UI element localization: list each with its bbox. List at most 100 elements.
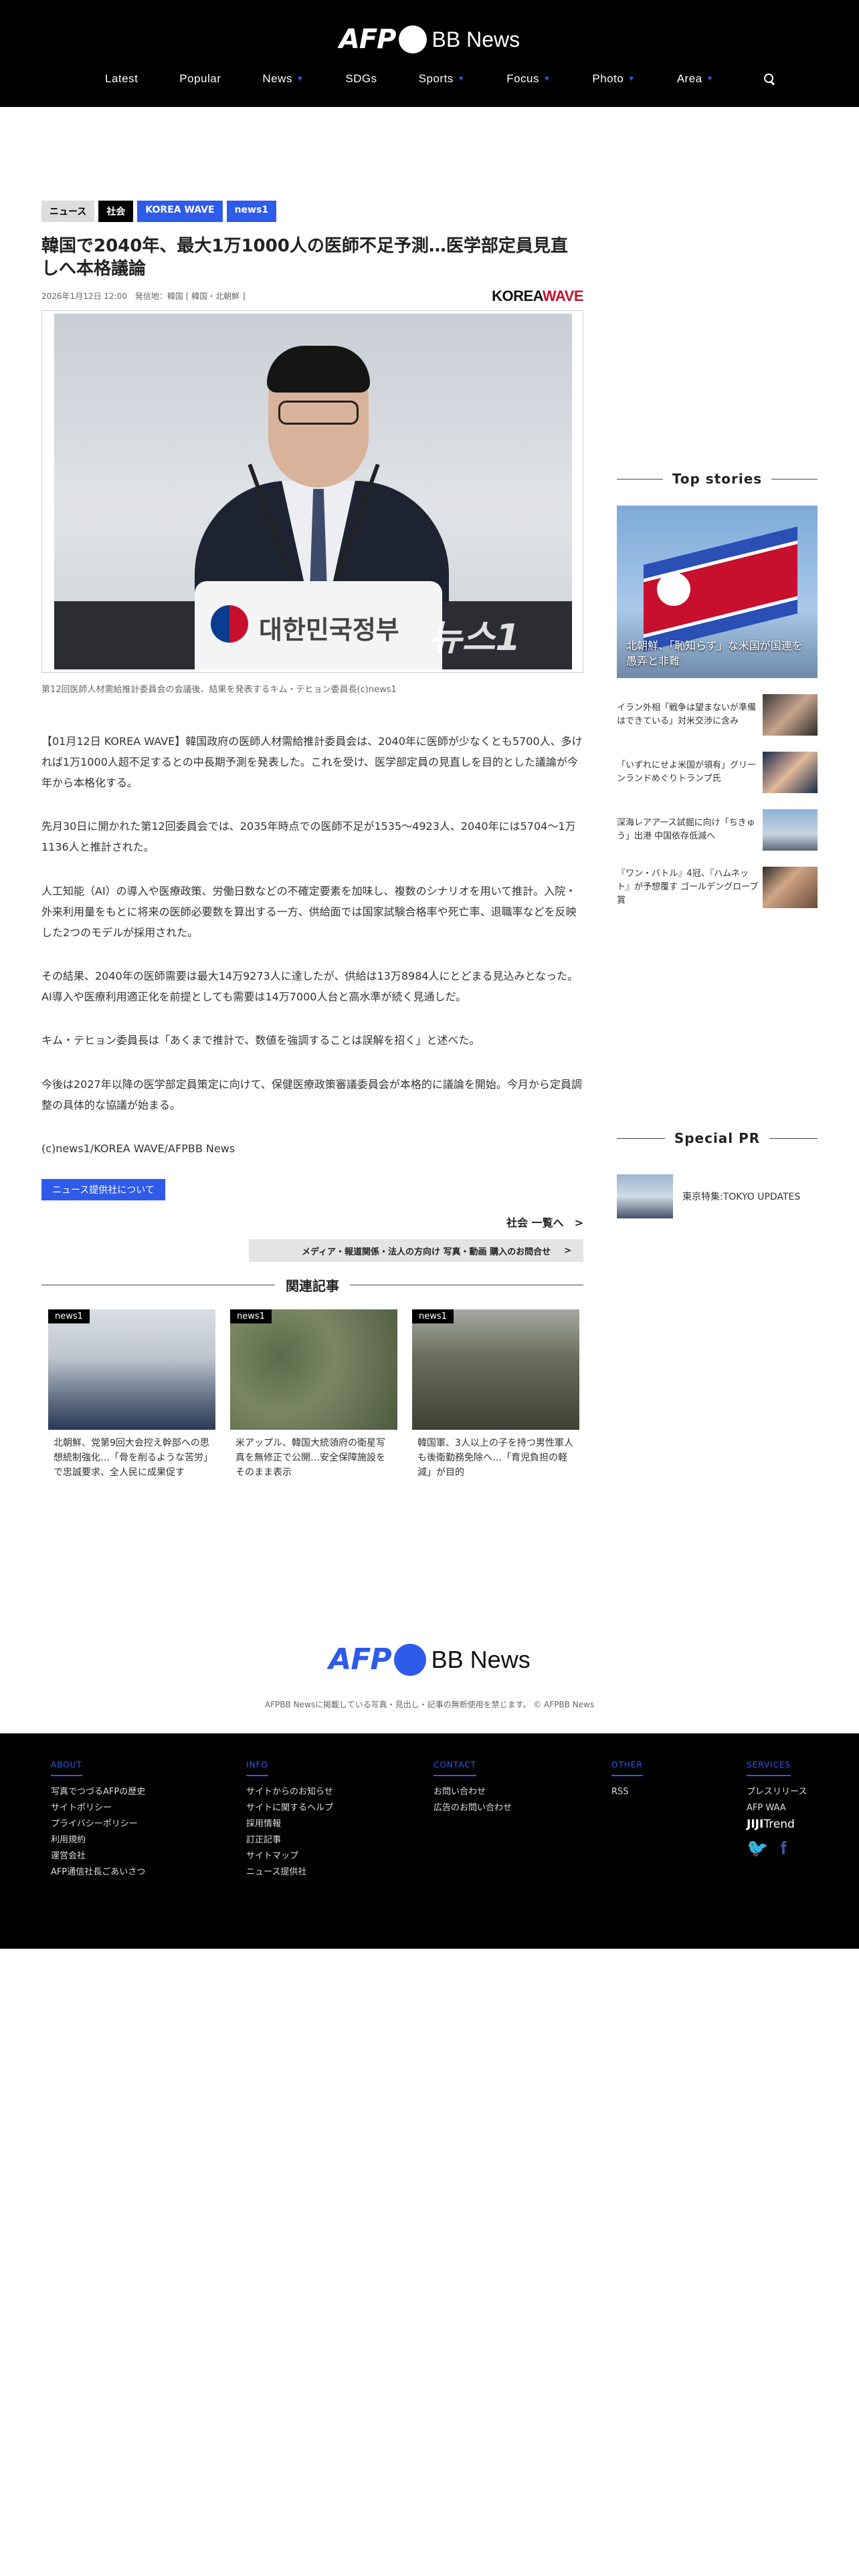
footer-col-contact: CONTACT お問い合わせ 広告のお問い合わせ (434, 1757, 512, 1816)
top-story-item[interactable]: 「いずれにせよ米国が領有」グリーンランドめぐりトランプ氏 (617, 752, 818, 793)
footer-link[interactable]: 採用情報 (246, 1816, 333, 1832)
nav-item-sports[interactable]: Sports ▼ (419, 72, 466, 86)
article-body: 【01月12日 KOREA WAVE】韓国政府の医師人材需給推計委員会は、204… (41, 731, 583, 1160)
related-card-image: news1 (412, 1309, 579, 1430)
top-story-title: 『ワン・バトル』4冠、『ハムネット』が予想覆す ゴールデングローブ賞 (617, 868, 759, 906)
top-story-thumb (763, 752, 818, 793)
top-stories: Top stories 北朝鮮、「恥知らず」な米国が国連を愚弄と非難 イラン外相… (617, 471, 818, 908)
tag-society[interactable]: 社会 (98, 201, 134, 222)
social-links: 🐦 f (747, 1838, 807, 1859)
top-story-caption: 北朝鮮、「恥知らず」な米国が国連を愚弄と非難 (626, 639, 803, 667)
article-meta-row: 2026年1月12日 12:00 発信地：韓国 [ 韓国・北朝鮮 ] KOREA… (41, 288, 584, 305)
top-story-title: 「いずれにせよ米国が領有」グリーンランドめぐりトランプ氏 (617, 760, 757, 784)
media-inquiry-bar[interactable]: メディア・報道関係・法人の方向け 写真・動画 購入のお問合せ > (249, 1239, 583, 1263)
footer-col-info: INFO サイトからのお知らせ サイトに関するヘルプ 採用情報 訂正記事 サイト… (246, 1757, 333, 1881)
top-story-feature[interactable]: 北朝鮮、「恥知らず」な米国が国連を愚弄と非難 (617, 506, 818, 678)
top-story-item[interactable]: 深海レアアース試掘に向け「ちきゅう」出港 中国依存低減へ (617, 809, 818, 851)
article-tags: ニュース 社会 KOREA WAVE news1 (41, 201, 583, 222)
article-paragraph: キム・テヒョン委員長は「あくまで推計で、数値を強調することは誤解を招く」と述べた… (41, 1034, 480, 1047)
jiji-trend-logo[interactable]: JIJITrend (747, 1818, 807, 1831)
related-card-badge: news1 (48, 1309, 90, 1324)
related-card[interactable]: news1 韓国軍、3人以上の子を持つ男性軍人も後衛勤務免除へ…「育児負担の軽減… (412, 1309, 579, 1480)
article-paragraph: 人工知能（AI）の導入や医療政策、労働日数などの不確定要素を加味し、複数のシナリ… (41, 884, 577, 939)
chevron-down-icon: ▼ (296, 75, 304, 83)
twitter-icon[interactable]: 🐦 (747, 1838, 768, 1858)
top-story-title: 深海レアアース試掘に向け「ちきゅう」出港 中国依存低減へ (617, 817, 755, 841)
related-card-title: 米アップル、韓国大統領府の衛星写真を無修正で公開…安全保障施設をそのまま表示 (235, 1438, 385, 1478)
chevron-down-icon: ▼ (457, 75, 466, 83)
divider (617, 1138, 665, 1139)
tag-news[interactable]: ニュース (41, 201, 95, 222)
chevron-right-icon: > (564, 1245, 571, 1256)
footer-link[interactable]: サイトに関するヘルプ (246, 1800, 333, 1816)
footer-link[interactable]: プライバシーポリシー (51, 1816, 145, 1832)
nav-item-photo[interactable]: Photo ▼ (592, 72, 635, 86)
top-story-item[interactable]: 『ワン・バトル』4冠、『ハムネット』が予想覆す ゴールデングローブ賞 (617, 867, 818, 908)
footer-link[interactable]: 広告のお問い合わせ (434, 1800, 512, 1816)
nav-item-popular[interactable]: Popular (179, 72, 221, 86)
nav-label: Sports (418, 72, 454, 85)
footer-col-heading: OTHER (611, 1760, 643, 1776)
top-story-thumb (763, 867, 818, 908)
footer-link[interactable]: AFP通信社長ごあいさつ (51, 1864, 145, 1881)
footer-link[interactable]: 訂正記事 (246, 1832, 333, 1848)
footer-link-rss[interactable]: RSS (611, 1784, 643, 1800)
footer-link[interactable]: 運営会社 (51, 1848, 145, 1864)
article-paragraph: 【01月12日 KOREA WAVE】韓国政府の医師人材需給推計委員会は、204… (41, 734, 583, 789)
jiji-logo-b: Trend (763, 1818, 795, 1832)
top-story-thumb (763, 694, 818, 736)
nav-item-focus[interactable]: Focus ▼ (506, 72, 551, 86)
chevron-down-icon: ▼ (543, 75, 551, 83)
nav-label: Popular (179, 72, 221, 85)
photo-watermark: 뉴스1 (429, 616, 520, 659)
nav-item-news[interactable]: News ▼ (262, 72, 304, 86)
copyright: AFPBB Newsに掲載している写真・見出し・記事の無断使用を禁じます。 © … (264, 1700, 595, 1709)
article-credit: (c)news1/KOREA WAVE/AFPBB News (41, 1142, 235, 1156)
top-story-item[interactable]: イラン外相「戦争は望まないが準備はできている」対米交渉に含み (617, 694, 818, 736)
nav-item-sdgs[interactable]: SDGs (345, 72, 377, 86)
nav-item-area[interactable]: Area ▼ (677, 72, 714, 86)
related-card[interactable]: news1 米アップル、韓国大統領府の衛星写真を無修正で公開…安全保障施設をその… (230, 1309, 397, 1480)
chevron-down-icon: ▼ (628, 75, 636, 83)
article-paragraph: 今後は2027年以降の医学部定員策定に向けて、保健医療政策審議委員会が本格的に議… (41, 1077, 582, 1111)
society-list-link[interactable]: 社会 一覧へ > (41, 1214, 583, 1230)
photo-glasses (278, 400, 359, 425)
related-heading: 関連記事 (41, 1275, 583, 1295)
tag-korea-wave[interactable]: KOREA WAVE (137, 201, 223, 222)
related-card[interactable]: news1 北朝鮮、党第9回大会控え幹部への思想統制強化…「骨を削るような苦労」… (48, 1309, 215, 1480)
nav-label: Latest (104, 72, 138, 85)
special-pr: Special PR 東京特集:TOKYO UPDATES (617, 1130, 818, 1218)
footer-logo-dot-icon (393, 1643, 426, 1676)
footer-link[interactable]: サイトからのお知らせ (246, 1784, 333, 1800)
jiji-logo-a: JIJI (747, 1818, 764, 1832)
photo-podium: 대한민국정부 (195, 580, 442, 669)
footer-logo[interactable]: AFP BB News (0, 1642, 859, 1677)
special-pr-title: 東京特集:TOKYO UPDATES (682, 1192, 801, 1202)
footer-link[interactable]: ニュース提供社 (246, 1864, 333, 1881)
provider-info-button[interactable]: ニュース提供社について (41, 1179, 165, 1201)
top-story-title: イラン外相「戦争は望まないが準備はできている」対米交渉に含み (617, 702, 757, 726)
facebook-icon[interactable]: f (780, 1838, 786, 1859)
special-pr-heading: Special PR (617, 1130, 818, 1146)
photo-caption: 第12回医師人材需給推計委員会の会議後、結果を発表するキム・テヒョン委員長(c)… (41, 684, 397, 695)
article-paragraph: その結果、2040年の医師需要は最大14万9273人に達したが、供給は13万89… (41, 970, 579, 1004)
divider (769, 1138, 818, 1139)
tag-news1[interactable]: news1 (226, 201, 277, 222)
media-inquiry-label: メディア・報道関係・法人の方向け 写真・動画 購入のお問合せ (301, 1247, 551, 1257)
article-photo[interactable]: 대한민국정부 뉴스1 (54, 313, 572, 669)
top-stories-heading-text: Top stories (672, 471, 763, 487)
related-card-image: news1 (230, 1309, 397, 1430)
footer-link[interactable]: サイトポリシー (51, 1800, 145, 1816)
footer-logo-afp: AFP (328, 1642, 391, 1677)
search-icon[interactable] (764, 74, 775, 84)
site-logo[interactable]: AFP BB News (0, 24, 859, 55)
korea-wave-logo[interactable]: KOREAWAVE (492, 288, 583, 305)
footer-link[interactable]: 写真でつづるAFPの歴史 (51, 1784, 145, 1800)
footer-link[interactable]: お問い合わせ (434, 1784, 512, 1800)
footer-link[interactable]: プレスリリース (747, 1784, 807, 1800)
footer-link[interactable]: サイトマップ (246, 1848, 333, 1864)
special-pr-item[interactable]: 東京特集:TOKYO UPDATES (617, 1174, 818, 1218)
nav-item-latest[interactable]: Latest (105, 72, 138, 86)
footer-link[interactable]: AFP WAA (747, 1800, 807, 1816)
footer-link[interactable]: 利用規約 (51, 1832, 145, 1848)
